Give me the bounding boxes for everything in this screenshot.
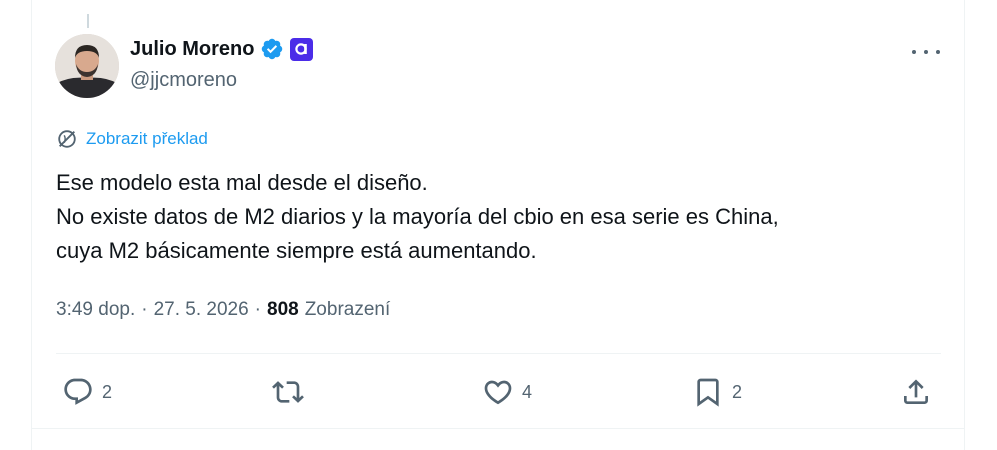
- views-count[interactable]: 808: [267, 299, 299, 321]
- meta-separator: ·: [254, 299, 261, 320]
- like-count: 4: [522, 381, 533, 402]
- divider: [56, 353, 941, 354]
- translate-icon: [58, 130, 76, 148]
- reply-count: 2: [102, 381, 113, 402]
- translate-label: Zobrazit překlad: [86, 129, 208, 148]
- views-label: Zobrazení: [304, 299, 391, 320]
- bottom-divider: [31, 428, 965, 429]
- like-icon: [484, 380, 512, 405]
- author-handle[interactable]: @jjcmoreno: [130, 69, 237, 92]
- retweet-icon: [272, 381, 304, 403]
- tweet-text-line: No existe datos de M2 diarios y la mayor…: [56, 204, 779, 229]
- share-button[interactable]: [900, 372, 932, 412]
- tweet-date[interactable]: 27. 5. 2026: [154, 299, 249, 321]
- avatar[interactable]: [55, 34, 119, 98]
- author-row: Julio Moreno: [130, 37, 314, 61]
- bookmark-count: 2: [732, 381, 743, 402]
- tweet-text-line: cuya M2 básicamente siempre está aumenta…: [56, 238, 537, 263]
- verified-badge-icon: [262, 38, 283, 60]
- reply-button[interactable]: 2: [62, 372, 112, 412]
- more-icon[interactable]: [912, 44, 940, 60]
- affiliate-badge-icon[interactable]: [290, 37, 314, 61]
- tweet-text-line: Ese modelo esta mal desde el diseño.: [56, 170, 428, 195]
- translate-link[interactable]: Zobrazit překlad: [56, 128, 208, 150]
- meta-separator: ·: [141, 299, 148, 320]
- retweet-button[interactable]: [272, 372, 304, 412]
- bookmark-button[interactable]: 2: [692, 372, 742, 412]
- bookmark-icon: [697, 378, 719, 407]
- tweet-text: Ese modelo esta mal desde el diseño. No …: [56, 166, 956, 268]
- reply-icon: [64, 378, 92, 405]
- action-bar: 2 4 2: [56, 372, 940, 412]
- thread-connector: [87, 14, 89, 28]
- tweet-meta: 3:49 dop. · 27. 5. 2026 · 808 Zobrazení: [56, 299, 390, 321]
- like-button[interactable]: 4: [482, 372, 532, 412]
- tweet-time[interactable]: 3:49 dop.: [56, 299, 135, 321]
- author-name[interactable]: Julio Moreno: [130, 38, 254, 61]
- share-icon: [904, 379, 928, 404]
